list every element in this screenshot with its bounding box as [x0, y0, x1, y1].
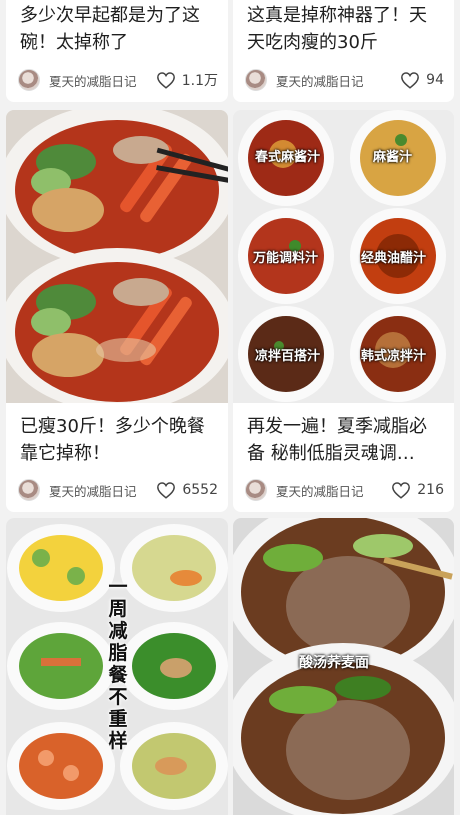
note-title[interactable]: 已瘦30斤！多少个晚餐靠它掉称！ [20, 413, 218, 467]
like-count: 6552 [182, 482, 218, 498]
avatar[interactable] [18, 479, 40, 501]
note-cover-image[interactable]: 一周减脂餐不重样 [6, 518, 228, 815]
note-cover-image[interactable]: 春式麻酱汁 麻酱汁 万能调料汁 经典油醋汁 凉拌百搭汁 韩式凉拌汁 [233, 110, 454, 403]
avatar[interactable] [245, 69, 267, 91]
note-cover-image[interactable] [6, 110, 228, 403]
sauce-label: 春式麻酱汁 [255, 150, 321, 165]
like-button[interactable]: 6552 [156, 481, 218, 499]
heart-outline-icon [401, 72, 420, 89]
like-count: 94 [426, 72, 444, 88]
author-name[interactable]: 夏天的减脂日记 [276, 71, 364, 90]
note-feed: 多少次早起都是为了这碗！太掉称了 夏天的减脂日记 1.1万 这真是掉称神器了！天… [0, 0, 460, 815]
sauce-label: 韩式凉拌汁 [361, 349, 427, 364]
author-name[interactable]: 夏天的减脂日记 [49, 481, 137, 500]
heart-outline-icon [157, 482, 176, 499]
like-button[interactable]: 1.1万 [156, 70, 218, 90]
author-name[interactable]: 夏天的减脂日记 [49, 71, 137, 90]
sauce-label: 凉拌百搭汁 [255, 349, 321, 364]
avatar[interactable] [18, 69, 40, 91]
note-card-2[interactable]: 这真是掉称神器了！天天吃肉瘦的30斤 夏天的减脂日记 94 [233, 0, 454, 102]
avatar[interactable] [245, 479, 267, 501]
note-card-4[interactable]: 春式麻酱汁 麻酱汁 万能调料汁 经典油醋汁 凉拌百搭汁 韩式凉拌汁 再发一遍！夏… [233, 110, 454, 512]
noodle-bowl-photo [6, 110, 228, 403]
note-meta: 夏天的减脂日记 94 [245, 68, 444, 92]
like-button[interactable]: 216 [391, 481, 444, 499]
note-card-1[interactable]: 多少次早起都是为了这碗！太掉称了 夏天的减脂日记 1.1万 [6, 0, 228, 102]
note-meta: 夏天的减脂日记 6552 [18, 478, 218, 502]
sauce-label: 万能调料汁 [253, 251, 319, 266]
note-cover-image[interactable]: 酸汤荞麦面 [233, 518, 454, 815]
note-title[interactable]: 这真是掉称神器了！天天吃肉瘦的30斤 [247, 2, 444, 56]
like-count: 216 [417, 482, 444, 498]
note-meta: 夏天的减脂日记 1.1万 [18, 68, 218, 92]
author-name[interactable]: 夏天的减脂日记 [276, 481, 364, 500]
noodle-label: 酸汤荞麦面 [299, 655, 369, 671]
note-card-5[interactable]: 一周减脂餐不重样 [6, 518, 228, 815]
like-count: 1.1万 [181, 73, 218, 89]
heart-outline-icon [392, 482, 411, 499]
sauce-label: 经典油醋汁 [361, 251, 427, 266]
note-card-3[interactable]: 已瘦30斤！多少个晚餐靠它掉称！ 夏天的减脂日记 6552 [6, 110, 228, 512]
meal-plan-label: 一周减脂餐不重样 [108, 576, 128, 752]
like-button[interactable]: 94 [400, 71, 444, 89]
sauce-label: 麻酱汁 [373, 150, 413, 165]
note-card-6[interactable]: 酸汤荞麦面 [233, 518, 454, 815]
heart-outline-icon [156, 72, 175, 89]
note-meta: 夏天的减脂日记 216 [245, 478, 444, 502]
note-title[interactable]: 再发一遍！夏季减脂必备 秘制低脂灵魂调… [247, 413, 444, 467]
note-title[interactable]: 多少次早起都是为了这碗！太掉称了 [20, 2, 218, 56]
